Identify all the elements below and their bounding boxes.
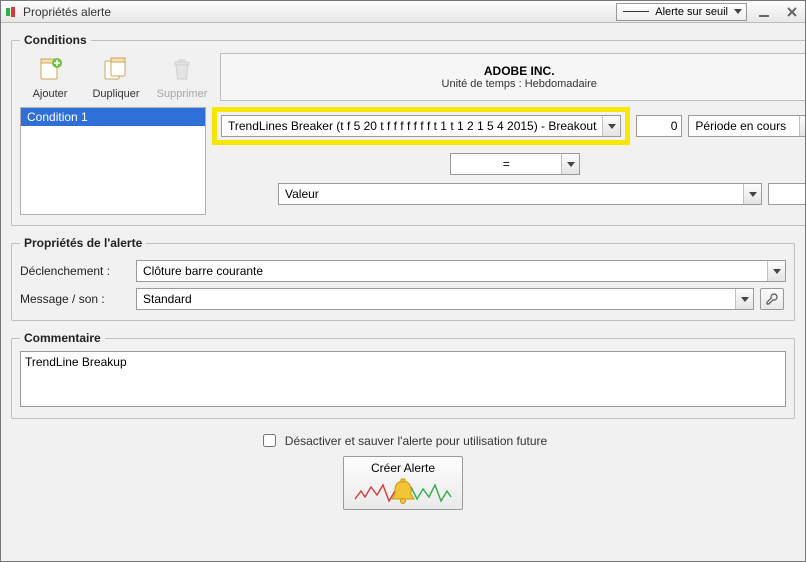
- duplicate-icon: [101, 55, 131, 85]
- trigger-select[interactable]: Clôture barre courante: [136, 260, 786, 282]
- alert-properties-group: Propriétés de l'alerte Déclenchement : C…: [11, 236, 795, 321]
- rhs-type-select[interactable]: Valeur: [278, 183, 762, 205]
- instrument-timeframe: Unité de temps : Hebdomadaire: [442, 78, 597, 90]
- disable-save-label: Désactiver et sauver l'alerte pour utili…: [285, 434, 547, 448]
- condition-editor-row: Condition 1 TrendLines Breaker (t f 5 20…: [20, 107, 805, 215]
- add-condition-button[interactable]: Ajouter: [22, 55, 78, 101]
- condition-line-1: TrendLines Breaker (t f 5 20 t f f f f f…: [212, 107, 805, 145]
- duplicate-label: Dupliquer: [92, 88, 139, 100]
- comment-legend: Commentaire: [20, 331, 105, 345]
- chevron-down-icon: [767, 261, 785, 281]
- rhs-type-value: Valeur: [279, 187, 743, 201]
- bottom-area: Désactiver et sauver l'alerte pour utili…: [11, 429, 795, 510]
- chevron-down-icon: [561, 154, 579, 174]
- chevron-down-icon: [735, 289, 753, 309]
- conditions-toolbar: Ajouter Dupliquer: [20, 53, 212, 101]
- trash-icon: [167, 55, 197, 85]
- conditions-group: Conditions Ajouter: [11, 33, 805, 226]
- delete-label: Supprimer: [157, 88, 208, 100]
- period-mode-select[interactable]: Période en cours: [688, 115, 805, 137]
- indicator-highlight: TrendLines Breaker (t f 5 20 t f f f f f…: [212, 107, 630, 145]
- delete-condition-button: Supprimer: [154, 55, 210, 101]
- alert-properties-legend: Propriétés de l'alerte: [20, 236, 146, 250]
- condition-line-3: Valeur: [212, 183, 805, 205]
- chevron-down-icon: [799, 116, 805, 136]
- alert-properties-grid: Déclenchement : Clôture barre courante M…: [20, 260, 786, 310]
- sound-settings-button[interactable]: [760, 288, 784, 310]
- create-alert-label: Créer Alerte: [371, 461, 435, 475]
- bell-chart-icon: [353, 477, 453, 507]
- alert-type-label: Alerte sur seuil: [655, 6, 728, 18]
- offset-input[interactable]: [636, 115, 682, 137]
- instrument-name: ADOBE INC.: [484, 64, 555, 78]
- indicator-select[interactable]: TrendLines Breaker (t f 5 20 t f f f f f…: [221, 115, 621, 137]
- alert-properties-window: Propriétés alerte Alerte sur seuil Condi…: [0, 0, 806, 562]
- add-icon: [35, 55, 65, 85]
- chevron-down-icon: [734, 9, 742, 14]
- threshold-line-icon: [623, 11, 649, 12]
- conditions-legend: Conditions: [20, 33, 91, 47]
- period-mode-value: Période en cours: [689, 119, 799, 133]
- condition-line-2: =: [212, 153, 805, 175]
- alert-type-dropdown[interactable]: Alerte sur seuil: [616, 3, 747, 21]
- indicator-value: TrendLines Breaker (t f 5 20 t f f f f f…: [222, 119, 602, 133]
- close-button[interactable]: [781, 3, 803, 21]
- add-label: Ajouter: [33, 88, 68, 100]
- comparator-select[interactable]: =: [450, 153, 580, 175]
- content-area: Conditions Ajouter: [1, 23, 805, 561]
- comment-group: Commentaire: [11, 331, 795, 419]
- message-select[interactable]: Standard: [136, 288, 754, 310]
- message-value: Standard: [137, 292, 735, 306]
- chevron-down-icon: [743, 184, 761, 204]
- conditions-list[interactable]: Condition 1: [20, 107, 206, 215]
- minimize-button[interactable]: [753, 3, 775, 21]
- disable-save-row[interactable]: Désactiver et sauver l'alerte pour utili…: [259, 431, 547, 450]
- trigger-label: Déclenchement :: [20, 264, 130, 278]
- rhs-value-input[interactable]: [768, 183, 805, 205]
- comparator-value: =: [451, 157, 561, 171]
- chevron-down-icon: [602, 116, 620, 136]
- disable-save-checkbox[interactable]: [263, 434, 276, 447]
- conditions-top-row: Ajouter Dupliquer: [20, 53, 805, 101]
- condition-list-item[interactable]: Condition 1: [21, 108, 205, 126]
- condition-editor: TrendLines Breaker (t f 5 20 t f f f f f…: [212, 107, 805, 205]
- trigger-value: Clôture barre courante: [137, 264, 767, 278]
- message-label: Message / son :: [20, 292, 130, 306]
- comment-textarea[interactable]: [20, 351, 786, 407]
- titlebar: Propriétés alerte Alerte sur seuil: [1, 1, 805, 23]
- window-title: Propriétés alerte: [23, 5, 111, 19]
- app-icon: [5, 5, 19, 19]
- wrench-icon: [765, 292, 779, 306]
- create-alert-button[interactable]: Créer Alerte: [343, 456, 463, 510]
- duplicate-condition-button[interactable]: Dupliquer: [88, 55, 144, 101]
- instrument-box: ADOBE INC. Unité de temps : Hebdomadaire: [220, 53, 805, 101]
